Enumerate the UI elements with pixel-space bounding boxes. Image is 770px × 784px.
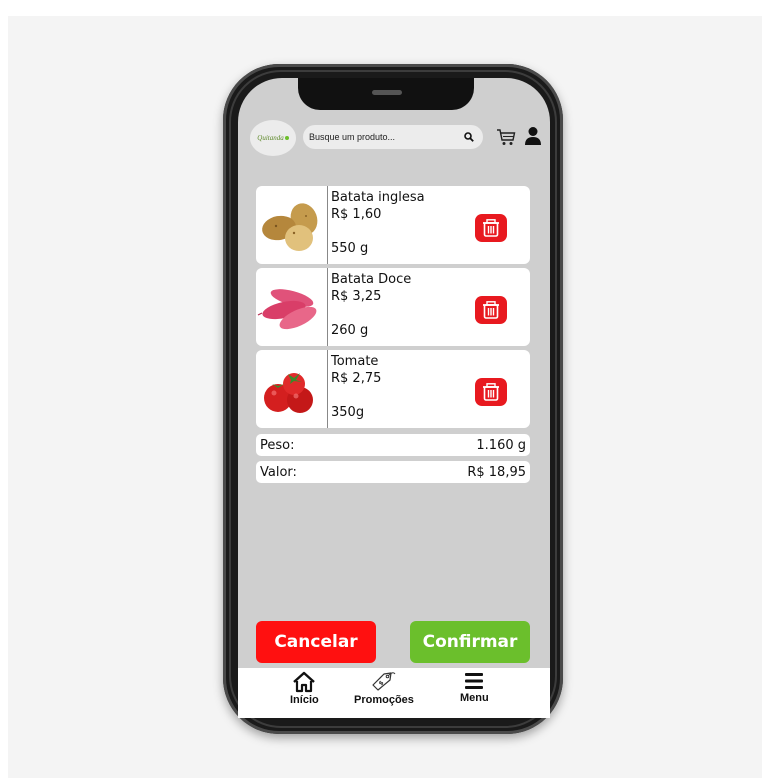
cart-item: Tomate R$ 2,75 350g [256, 350, 530, 428]
weight-value: 1.160 g [476, 437, 526, 453]
nav-item-menu[interactable]: Menu [460, 670, 489, 704]
weight-label: Peso: [260, 437, 295, 453]
tomato-image [256, 350, 328, 428]
logo-dot [284, 136, 289, 140]
trash-icon [483, 383, 499, 401]
item-price: R$ 2,75 [331, 371, 382, 386]
weight-summary: Peso: 1.160 g [256, 434, 530, 456]
cart-item: Batata inglesa R$ 1,60 550 g [256, 186, 530, 264]
cart-icon[interactable] [496, 128, 516, 146]
value-label: Valor: [260, 464, 297, 480]
item-name: Tomate [331, 354, 379, 369]
remove-item-button[interactable] [475, 214, 507, 242]
item-price: R$ 3,25 [331, 289, 382, 304]
search-icon[interactable] [463, 131, 475, 143]
nav-label: Menu [460, 692, 489, 704]
value-total: R$ 18,95 [467, 464, 526, 480]
nav-label: Promoções [354, 694, 414, 706]
value-summary: Valor: R$ 18,95 [256, 461, 530, 483]
item-weight: 550 g [331, 241, 369, 256]
menu-icon [465, 673, 484, 689]
remove-item-button[interactable] [475, 378, 507, 406]
confirm-button[interactable]: Confirmar [410, 621, 530, 663]
item-name: Batata Doce [331, 272, 412, 287]
cancel-button[interactable]: Cancelar [256, 621, 376, 663]
brand-logo[interactable]: Quitanda [250, 120, 296, 156]
item-weight: 260 g [331, 323, 369, 338]
home-icon [293, 671, 316, 693]
item-weight: 350g [331, 405, 365, 420]
item-price: R$ 1,60 [331, 207, 382, 222]
sweet-potato-image [256, 268, 328, 346]
svg-text:$: $ [377, 679, 385, 687]
phone-speaker [372, 90, 402, 95]
potato-image [256, 186, 328, 264]
remove-item-button[interactable] [475, 296, 507, 324]
item-name: Batata inglesa [331, 190, 425, 205]
nav-item-home[interactable]: Início [290, 670, 319, 706]
search-placeholder: Busque um produto... [309, 132, 396, 142]
brand-logo-text: Quitanda [257, 134, 284, 142]
trash-icon [483, 219, 499, 237]
trash-icon [483, 301, 499, 319]
user-icon[interactable] [524, 126, 542, 146]
cart-item: Batata Doce R$ 3,25 260 g [256, 268, 530, 346]
search-input[interactable]: Busque um produto... [303, 125, 483, 149]
nav-label: Início [290, 694, 319, 706]
nav-item-promotions[interactable]: $ Promoções [354, 670, 414, 706]
tag-icon: $ [372, 672, 396, 691]
